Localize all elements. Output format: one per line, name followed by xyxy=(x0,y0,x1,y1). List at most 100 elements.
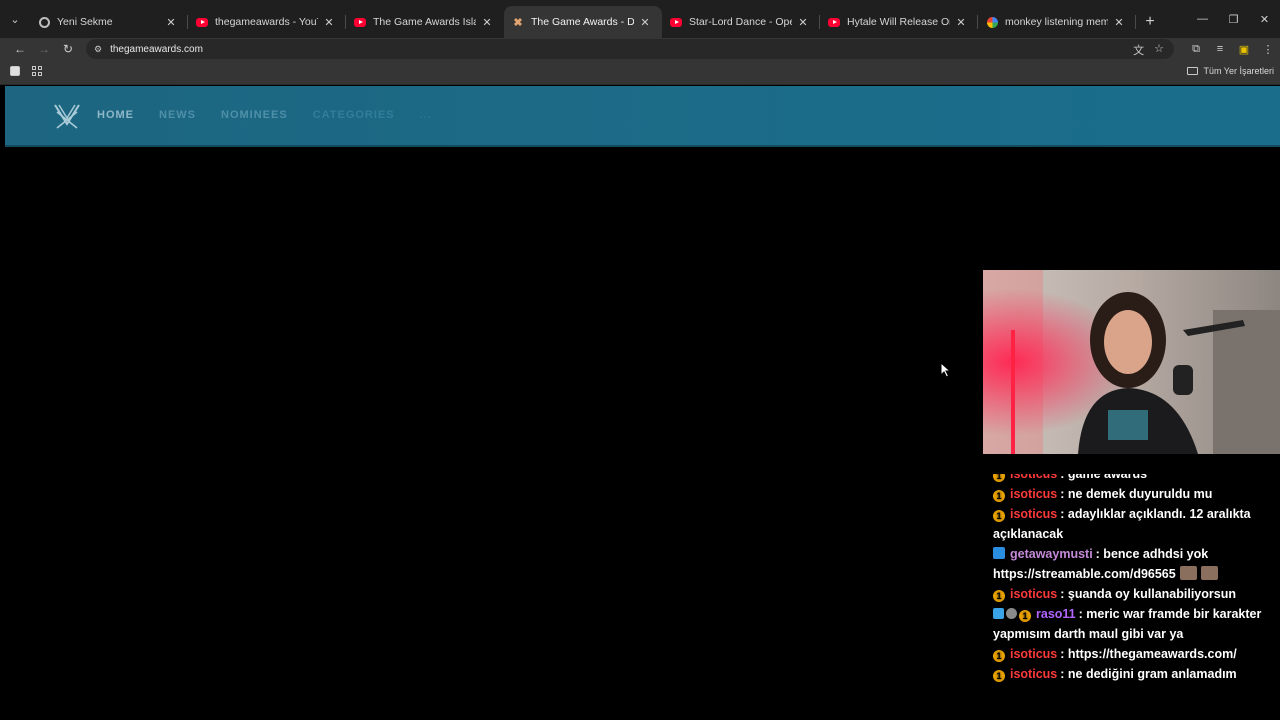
browser-toolbar: ← → ↻ ⚙ thegameawards.com 文 ☆ ⧉ ≡ ▣ ⋮ xyxy=(0,38,1280,60)
site-nav-item[interactable]: ... xyxy=(420,109,432,121)
bookmark-star-icon[interactable]: ☆ xyxy=(1154,42,1164,58)
address-bar[interactable]: ⚙ thegameawards.com 文 ☆ xyxy=(86,39,1174,59)
menu-icon[interactable]: ⋮ xyxy=(1256,43,1280,56)
chat-message: getawaymusti: bence adhdsi yok https://s… xyxy=(983,544,1280,584)
site-nav-item[interactable]: CATEGORIES xyxy=(313,109,395,121)
chat-text: : game awards xyxy=(1060,474,1148,481)
chat-message: 1 raso11: meric war framde bir karakter y… xyxy=(983,604,1280,644)
tab[interactable]: The Game Awards Island Is Live ✕ xyxy=(346,6,504,38)
cube-badge-icon xyxy=(993,608,1004,619)
webcam-overlay xyxy=(983,270,1280,454)
chat-username[interactable]: isoticus xyxy=(1010,507,1057,521)
tab-strip: ⌄ Yeni Sekme✕thegameawards - YouTube✕The… xyxy=(0,0,1280,38)
all-bookmarks-button[interactable]: Tüm Yer İşaretleri xyxy=(1187,66,1274,76)
all-bookmarks-label: Tüm Yer İşaretleri xyxy=(1203,66,1274,76)
extensions-icon[interactable]: ⧉ xyxy=(1184,43,1208,56)
tab[interactable]: ✖ The Game Awards - December ✕ xyxy=(504,6,662,38)
site-nav-item[interactable]: NEWS xyxy=(159,109,196,121)
tab-title: Yeni Sekme xyxy=(57,16,113,28)
tab[interactable]: Hytale Will Release On January ✕ xyxy=(820,6,978,38)
folder-icon xyxy=(1187,67,1199,75)
chat-message: 1 isoticus: şuanda oy kullanabiliyorsun xyxy=(983,584,1280,604)
google-icon xyxy=(986,16,998,28)
bits-badge-icon: 1 xyxy=(993,650,1005,662)
tab-separator xyxy=(1135,15,1136,29)
youtube-icon xyxy=(354,16,366,28)
site-nav-item[interactable]: NOMINEES xyxy=(221,109,288,121)
minimize-button[interactable]: — xyxy=(1187,0,1218,38)
chat-username[interactable]: getawaymusti xyxy=(1010,547,1093,561)
chat-username[interactable]: isoticus xyxy=(1010,487,1057,501)
chat-username[interactable]: isoticus xyxy=(1010,667,1057,681)
bits-badge-icon: 1 xyxy=(1019,610,1031,622)
chat-text: : şuanda oy kullanabiliyorsun xyxy=(1060,587,1236,601)
chat-username[interactable]: isoticus xyxy=(1010,647,1057,661)
game-awards-icon: ✖ xyxy=(513,16,523,29)
tab-search-chevron-icon[interactable]: ⌄ xyxy=(0,0,30,38)
tab-title: thegameawards - YouTube xyxy=(215,16,318,28)
site-nav-item[interactable]: HOME xyxy=(97,109,134,121)
stream-chat: 1 isoticus: game awards 1 isoticus: ne deme… xyxy=(983,474,1280,720)
bits-badge-icon: 1 xyxy=(993,490,1005,502)
tab[interactable]: Star-Lord Dance - Opening Cre ✕ xyxy=(662,6,820,38)
close-window-button[interactable]: ✕ xyxy=(1249,0,1280,38)
close-tab-icon[interactable]: ✕ xyxy=(796,16,810,29)
tab-title: monkey listening meme - Goog xyxy=(1005,16,1108,28)
site-nav: HOME NEWS NOMINEES CATEGORIES... xyxy=(97,109,457,121)
translate-icon[interactable]: 文 xyxy=(1133,42,1144,58)
youtube-icon xyxy=(828,16,840,28)
close-tab-icon[interactable]: ✕ xyxy=(954,16,968,29)
chat-username[interactable]: isoticus xyxy=(1010,474,1057,481)
back-button[interactable]: ← xyxy=(8,38,32,60)
close-tab-icon[interactable]: ✕ xyxy=(164,16,178,29)
bits-badge-icon: 1 xyxy=(993,670,1005,682)
bits-badge-icon: 1 xyxy=(993,590,1005,602)
chat-username[interactable]: isoticus xyxy=(1010,587,1057,601)
chat-username[interactable]: raso11 xyxy=(1036,607,1076,621)
tab-title: The Game Awards - December xyxy=(531,16,634,28)
tab-title: Star-Lord Dance - Opening Cre xyxy=(689,16,792,28)
prime-badge-icon xyxy=(993,547,1005,559)
apps-grid-icon[interactable] xyxy=(32,66,42,76)
reload-button[interactable]: ↻ xyxy=(56,38,80,60)
url-text[interactable]: thegameawards.com xyxy=(110,44,203,55)
chat-text: : meric war framde bir karakter yapmısım… xyxy=(993,607,1262,641)
chat-text: : ne dediğini gram anlamadım xyxy=(1060,667,1237,681)
chat-message: 1 isoticus: ne dediğini gram anlamadım xyxy=(983,664,1280,684)
media-control-icon[interactable]: ≡ xyxy=(1208,43,1232,55)
close-tab-icon[interactable]: ✕ xyxy=(322,16,336,29)
game-awards-logo-icon[interactable] xyxy=(52,102,82,132)
close-tab-icon[interactable]: ✕ xyxy=(638,16,652,29)
tab[interactable]: Yeni Sekme ✕ xyxy=(30,6,188,38)
chat-message: 1 isoticus: ne demek duyuruldu mu xyxy=(983,484,1280,504)
profile-icon[interactable]: ▣ xyxy=(1232,43,1256,56)
chat-message: 1 isoticus: game awards xyxy=(983,474,1280,484)
site-header: HOME NEWS NOMINEES CATEGORIES... xyxy=(5,86,1280,147)
close-tab-icon[interactable]: ✕ xyxy=(1112,16,1126,29)
bookmarks-bar: Tüm Yer İşaretleri xyxy=(0,60,1280,85)
restore-button[interactable]: ❐ xyxy=(1218,0,1249,38)
chat-text: : ne demek duyuruldu mu xyxy=(1060,487,1213,501)
chat-text: : https://thegameawards.com/ xyxy=(1060,647,1237,661)
tab[interactable]: monkey listening meme - Goog ✕ xyxy=(978,6,1136,38)
mouse-cursor-icon xyxy=(940,362,952,378)
chrome-icon xyxy=(38,16,50,28)
bookmark-page-icon[interactable] xyxy=(10,66,20,76)
close-tab-icon[interactable]: ✕ xyxy=(480,16,494,29)
site-info-icon[interactable]: ⚙ xyxy=(94,44,102,55)
chat-emote-icon xyxy=(1200,566,1218,580)
tab-title: Hytale Will Release On January xyxy=(847,16,950,28)
tab-list: Yeni Sekme✕thegameawards - YouTube✕The G… xyxy=(30,6,1136,38)
new-tab-button[interactable]: + xyxy=(1136,6,1164,38)
tab-title: The Game Awards Island Is Live xyxy=(373,16,476,28)
streamer-webcam-image xyxy=(983,270,1280,454)
bits-badge-icon: 1 xyxy=(993,474,1005,482)
chat-message: 1 isoticus: https://thegameawards.com/ xyxy=(983,644,1280,664)
youtube-icon xyxy=(670,16,682,28)
youtube-icon xyxy=(196,16,208,28)
chat-emote-icon xyxy=(1179,566,1197,580)
chat-message: 1 isoticus: adaylıklar açıklandı. 12 aral… xyxy=(983,504,1280,544)
tab[interactable]: thegameawards - YouTube ✕ xyxy=(188,6,346,38)
forward-button[interactable]: → xyxy=(32,38,56,60)
gear-badge-icon xyxy=(1006,608,1017,619)
